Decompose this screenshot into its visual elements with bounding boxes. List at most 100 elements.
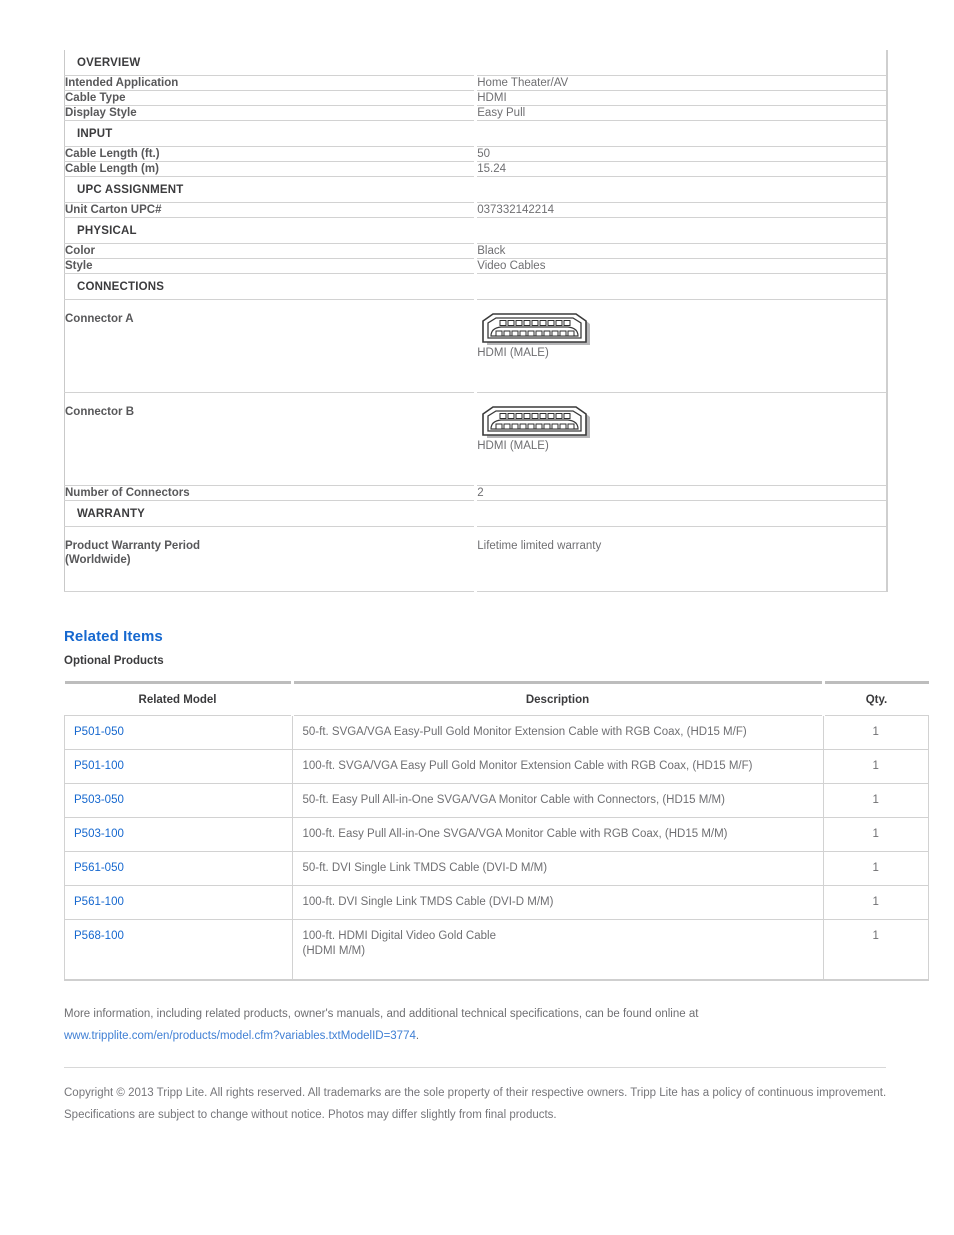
cell-qty: 1	[823, 715, 929, 750]
table-header-row: Related Model Description Qty.	[64, 681, 929, 716]
table-row: P501-050 50-ft. SVGA/VGA Easy-Pull Gold …	[64, 715, 929, 750]
spec-value: 037332142214	[474, 202, 887, 218]
cell-description: 50-ft. DVI Single Link TMDS Cable (DVI-D…	[292, 851, 824, 886]
spec-row-connector-a: Connector A HDMI (MALE)	[64, 299, 887, 393]
hdmi-connector-graphic-a: HDMI (MALE)	[477, 312, 597, 359]
spec-row-number-of-connectors: Number of Connectors 2	[64, 485, 887, 501]
table-row: P561-050 50-ft. DVI Single Link TMDS Cab…	[64, 851, 929, 886]
section-label-input: INPUT	[64, 120, 887, 147]
spec-label: Unit Carton UPC#	[64, 202, 477, 218]
spec-label: Number of Connectors	[64, 485, 477, 501]
cell-description: 100-ft. DVI Single Link TMDS Cable (DVI-…	[292, 885, 824, 920]
spec-section-header: PHYSICAL	[64, 217, 887, 244]
spec-section-header: UPC ASSIGNMENT	[64, 176, 887, 203]
spec-row-cable-length-ft: Cable Length (ft.) 50	[64, 146, 887, 162]
spec-row-cable-length-m: Cable Length (m) 15.24	[64, 161, 887, 177]
connector-caption: HDMI (MALE)	[477, 440, 549, 452]
spec-label: Style	[64, 258, 477, 274]
spec-label: Intended Application	[64, 75, 477, 91]
cell-model[interactable]: P568-100	[64, 919, 293, 981]
model-link[interactable]: P503-100	[74, 828, 124, 840]
spec-label: Cable Type	[64, 90, 477, 106]
cell-model[interactable]: P501-050	[64, 715, 293, 750]
spec-label: Display Style	[64, 105, 477, 121]
cell-description: 100-ft. SVGA/VGA Easy Pull Gold Monitor …	[292, 749, 824, 784]
cell-qty: 1	[823, 783, 929, 818]
spec-label: Product Warranty Period (Worldwide)	[64, 526, 477, 592]
spec-value: Video Cables	[474, 258, 887, 274]
spec-value: Black	[474, 243, 887, 259]
cell-description: 100-ft. Easy Pull All-in-One SVGA/VGA Mo…	[292, 817, 824, 852]
description-line2: (HDMI M/M)	[302, 945, 366, 957]
spec-section-header: CONNECTIONS	[64, 273, 887, 300]
more-information-text: More information, including related prod…	[64, 1003, 890, 1047]
spec-value: 2	[474, 485, 887, 501]
related-items-table: Related Model Description Qty. P501-050 …	[64, 681, 929, 981]
spec-value: Home Theater/AV	[474, 75, 887, 91]
spec-section-header: INPUT	[64, 120, 887, 147]
spec-row-color: Color Black	[64, 243, 887, 259]
cell-model[interactable]: P503-050	[64, 783, 293, 818]
product-spec-page: OVERVIEW Intended Application Home Theat…	[0, 0, 954, 1235]
table-row: P503-100 100-ft. Easy Pull All-in-One SV…	[64, 817, 929, 852]
specifications-section: OVERVIEW Intended Application Home Theat…	[64, 0, 890, 592]
spec-value: HDMI (MALE)	[474, 392, 887, 486]
spec-label: Color	[64, 243, 477, 259]
spec-value: HDMI	[474, 90, 887, 106]
warranty-label-line1: Product Warranty Period	[65, 540, 201, 552]
table-row: P503-050 50-ft. Easy Pull All-in-One SVG…	[64, 783, 929, 818]
cell-qty: 1	[823, 885, 929, 920]
cell-qty: 1	[823, 817, 929, 852]
cell-qty: 1	[823, 851, 929, 886]
cell-model[interactable]: P503-100	[64, 817, 293, 852]
model-link[interactable]: P561-050	[74, 862, 124, 874]
spec-value: 50	[474, 146, 887, 162]
model-link[interactable]: P561-100	[74, 896, 124, 908]
url-period: .	[415, 1030, 420, 1042]
model-link[interactable]: P568-100	[74, 930, 124, 942]
column-header-description: Description	[292, 681, 825, 716]
cell-description: 100-ft. HDMI Digital Video Gold Cable (H…	[292, 919, 824, 981]
spec-section-header: WARRANTY	[64, 500, 887, 527]
spec-value: 15.24	[474, 161, 887, 177]
table-row: P568-100 100-ft. HDMI Digital Video Gold…	[64, 919, 929, 981]
spec-label: Connector B	[64, 392, 477, 486]
spec-row-display-style: Display Style Easy Pull	[64, 105, 887, 121]
spec-label: Connector A	[64, 299, 477, 393]
optional-products-subheading: Optional Products	[64, 655, 164, 667]
cell-model[interactable]: P561-050	[64, 851, 293, 886]
product-page-link[interactable]: www.tripplite.com/en/products/model.cfm?…	[64, 1030, 416, 1042]
section-label-physical: PHYSICAL	[64, 217, 887, 244]
cell-model[interactable]: P501-100	[64, 749, 293, 784]
cell-qty: 1	[823, 919, 929, 981]
spec-label: Cable Length (ft.)	[64, 146, 477, 162]
spec-row-style: Style Video Cables	[64, 258, 887, 274]
spec-value: HDMI (MALE)	[474, 299, 887, 393]
section-label-connections: CONNECTIONS	[64, 273, 887, 300]
section-label-overview: OVERVIEW	[64, 50, 887, 76]
column-header-qty: Qty.	[823, 681, 929, 716]
description-line1: 100-ft. HDMI Digital Video Gold Cable	[302, 930, 496, 942]
spec-row-intended-application: Intended Application Home Theater/AV	[64, 75, 887, 91]
spec-row-warranty-period: Product Warranty Period (Worldwide) Life…	[64, 526, 887, 592]
spec-row-cable-type: Cable Type HDMI	[64, 90, 887, 106]
spec-value: Lifetime limited warranty	[474, 526, 887, 592]
table-row: P561-100 100-ft. DVI Single Link TMDS Ca…	[64, 885, 929, 920]
cell-description: 50-ft. Easy Pull All-in-One SVGA/VGA Mon…	[292, 783, 824, 818]
model-link[interactable]: P501-100	[74, 760, 124, 772]
copyright-text: Copyright © 2013 Tripp Lite. All rights …	[64, 1087, 887, 1121]
spec-row-connector-b: Connector B HDMI (MALE)	[64, 392, 887, 486]
spec-section-header: OVERVIEW	[64, 50, 887, 76]
more-info-sentence: More information, including related prod…	[64, 1008, 699, 1020]
cell-qty: 1	[823, 749, 929, 784]
column-header-related-model: Related Model	[64, 681, 294, 716]
model-link[interactable]: P503-050	[74, 794, 124, 806]
cell-model[interactable]: P561-100	[64, 885, 293, 920]
footer-divider	[64, 1067, 886, 1068]
spec-label: Cable Length (m)	[64, 161, 477, 177]
spec-value: Easy Pull	[474, 105, 887, 121]
table-row: P501-100 100-ft. SVGA/VGA Easy Pull Gold…	[64, 749, 929, 784]
model-link[interactable]: P501-050	[74, 726, 124, 738]
section-label-warranty: WARRANTY	[64, 500, 887, 527]
hdmi-connector-graphic-b: HDMI (MALE)	[477, 405, 597, 452]
